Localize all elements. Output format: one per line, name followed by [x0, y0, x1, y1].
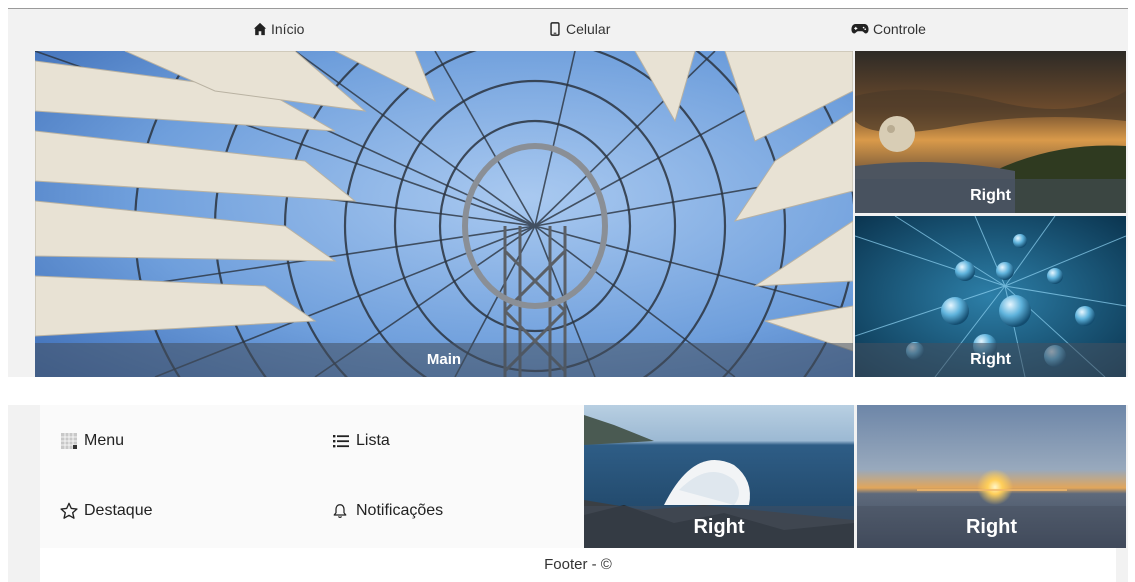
nav-label: Início [271, 21, 305, 37]
list-icon [332, 432, 350, 450]
right-caption: Right [584, 506, 854, 548]
menu-area: Menu Lista Destaque Notificações [40, 405, 584, 548]
bottom-image-tile-1[interactable]: Right [584, 405, 854, 548]
nav-label: Controle [873, 21, 926, 37]
menu-label: Notificações [356, 502, 444, 519]
grid-icon [60, 432, 78, 450]
home-icon [253, 22, 267, 36]
menu-label: Menu [84, 432, 125, 449]
top-nav: Início Celular Controle [8, 9, 1128, 51]
right-image-tile-2[interactable]: Right [855, 216, 1126, 377]
bottom-image-tile-2[interactable]: Right [857, 405, 1126, 548]
footer: Footer - © [40, 548, 1116, 582]
menu-label: Destaque [84, 502, 153, 519]
nav-item-controle[interactable]: Controle [851, 21, 926, 37]
right-caption: Right [855, 179, 1126, 213]
bottom-section: Menu Lista Destaque Notificações Right R… [8, 405, 1128, 582]
menu-item-destaque[interactable]: Destaque [60, 502, 153, 520]
dome-image [35, 51, 853, 377]
right-image-tile-1[interactable]: Right [855, 51, 1126, 213]
nav-label: Celular [566, 21, 611, 37]
nav-item-inicio[interactable]: Início [253, 21, 304, 37]
mobile-icon [548, 22, 562, 36]
star-icon [60, 502, 78, 520]
menu-item-lista[interactable]: Lista [332, 432, 390, 450]
nav-item-celular[interactable]: Celular [548, 21, 610, 37]
main-image-tile[interactable]: Main [35, 51, 853, 377]
main-caption: Main [35, 343, 853, 377]
right-caption: Right [855, 343, 1126, 377]
bell-icon [332, 502, 350, 520]
top-image-grid: Main Right Right [8, 51, 1128, 377]
menu-item-notificacoes[interactable]: Notificações [332, 502, 443, 520]
section-gap [8, 377, 1128, 405]
gamepad-icon [851, 22, 869, 36]
menu-item-menu[interactable]: Menu [60, 432, 124, 450]
menu-label: Lista [356, 432, 390, 449]
right-caption: Right [857, 506, 1126, 548]
